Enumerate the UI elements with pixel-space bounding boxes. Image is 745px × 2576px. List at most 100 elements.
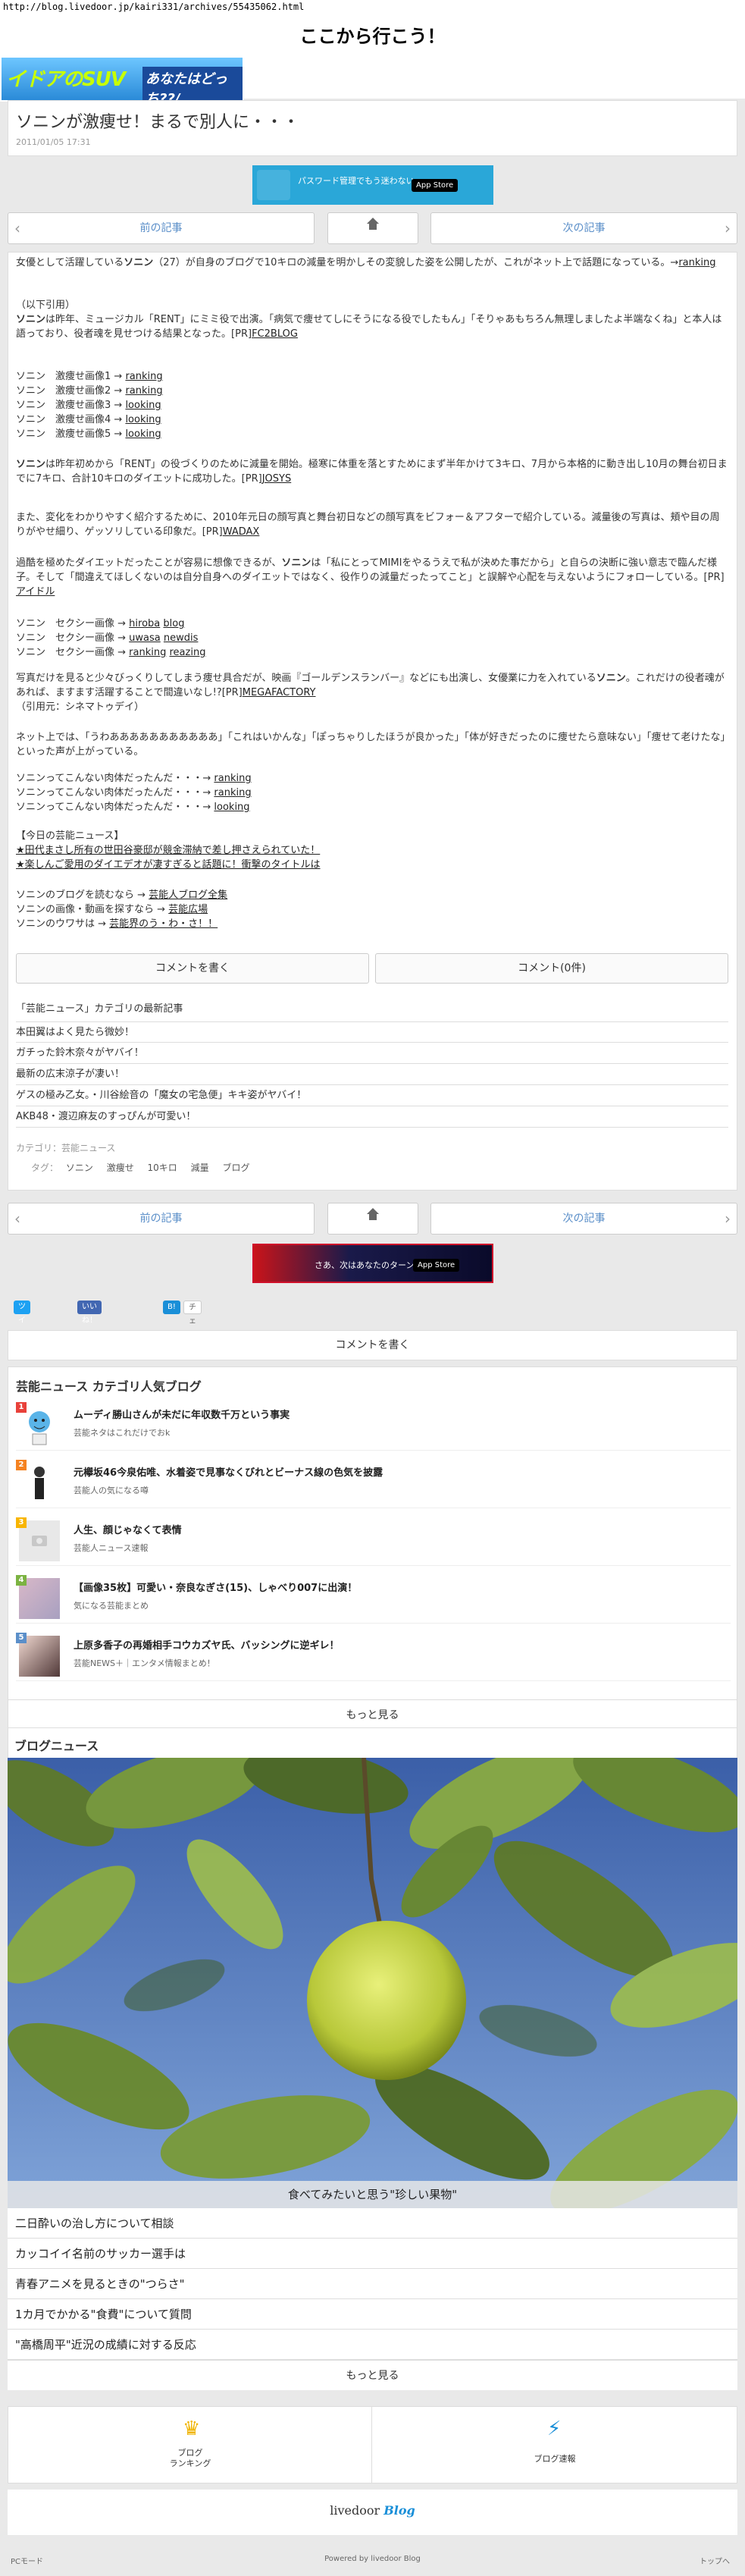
write-comment-button[interactable]: コメントを書く bbox=[16, 953, 369, 984]
post-nav-top: ‹ 前の記事 次の記事 › bbox=[8, 212, 737, 244]
tag-link[interactable]: 激痩せ bbox=[107, 1161, 134, 1175]
app-banner-text: パスワード管理でもう迷わない bbox=[298, 176, 415, 186]
tag-link[interactable]: ソニン bbox=[66, 1161, 93, 1175]
wadax-link[interactable]: WADAX bbox=[223, 526, 260, 538]
para-5: 過酷を極めたダイエットだったことが容易に想像できるが、ソニンは「私にとってMIM… bbox=[16, 557, 725, 598]
ranking-title: 元欅坂46今泉佑唯、水着姿で見事なくびれとビーナス線の色気を披露 bbox=[74, 1467, 383, 1479]
post-body: 女優として活躍しているソニン（27）が自身のブログで10キロの減量を明かしその変… bbox=[8, 252, 737, 1191]
today-news-link[interactable]: ★楽しんご愛用のダイエデオが凄すぎると話題に！衝撃のタイトルは bbox=[16, 859, 321, 871]
related-links: ソニンのブログを読むなら → 芸能人ブログ全集 ソニンの画像・動画を探すなら →… bbox=[16, 890, 228, 930]
ranking-more-button[interactable]: もっと見る bbox=[8, 1699, 737, 1730]
prev-post-button[interactable]: ‹ 前の記事 bbox=[8, 212, 315, 244]
list-item: ソニン 激痩せ画像4 → looking bbox=[16, 414, 161, 425]
ranking-source: 気になる芸能まとめ bbox=[74, 1601, 149, 1611]
url-bar[interactable]: http://blog.livedoor.jp/kairi331/archive… bbox=[0, 0, 745, 14]
home-icon bbox=[366, 218, 380, 233]
para-7: ネット上では、「うわあああああああああああ」「これはいかんな」「ぽっちゃりしたほ… bbox=[16, 732, 726, 758]
category-latest-item[interactable]: 最新の広末涼子が凄い！ bbox=[16, 1064, 728, 1085]
list-item: ソニン 激痩せ画像1 → ranking bbox=[16, 371, 163, 382]
ranking-title: ムーディ勝山さんが未だに年収数千万という事実 bbox=[74, 1410, 290, 1421]
blog-ranking-link[interactable]: ♛ ブログ ランキング bbox=[8, 2407, 372, 2483]
footer-links: ♛ ブログ ランキング ⚡ ブログ速報 bbox=[8, 2406, 737, 2483]
rank-number: 2 bbox=[16, 1460, 27, 1470]
fruit-tree-image bbox=[8, 1758, 737, 2208]
check-button[interactable]: チェック bbox=[183, 1301, 202, 1353]
para-3: ソニンは昨年初めから「RENT」の役づくりのために減量を開始。極寒に体重を落とす… bbox=[16, 459, 728, 485]
tag-link[interactable]: 減量 bbox=[191, 1161, 209, 1175]
write-comment-button-2[interactable]: コメントを書く bbox=[8, 1330, 737, 1360]
para-2: （以下引用） ソニンは昨年、ミュージカル「RENT」にミミ役で出演。「病気で痩せ… bbox=[16, 300, 722, 340]
crown-icon: ♛ bbox=[183, 2418, 201, 2440]
blog-news-item[interactable]: 青春アニメを見るときの"つらさ" bbox=[8, 2269, 737, 2299]
post-date: 2011/01/05 17:31 bbox=[16, 137, 91, 147]
chevron-left-icon: ‹ bbox=[14, 219, 20, 237]
post-header: ソニンが激痩せ！まるで別人に・・・ 2011/01/05 17:31 bbox=[8, 100, 737, 156]
comment-count-button[interactable]: コメント(0件) bbox=[375, 953, 728, 984]
ad-banner[interactable]: イドアのSUV あなたはどっち??/ bbox=[0, 56, 244, 102]
site-title[interactable]: ここから行こう！ bbox=[0, 21, 745, 48]
blog-news-more-button[interactable]: もっと見る bbox=[8, 2360, 737, 2390]
rank-number: 3 bbox=[16, 1517, 27, 1528]
ranking-item[interactable]: 4 【画像35枚】可愛い・奈良なぎさ(15)、しゃべり007に出演！ 気になる芸… bbox=[16, 1575, 731, 1624]
ranking-source: 芸能ネタはこれだけでおk bbox=[74, 1428, 171, 1438]
blog-news-caption[interactable]: 食べてみたいと思う"珍しい果物" bbox=[8, 2181, 737, 2208]
ranking-title: 上原多香子の再婚相手コウカズヤ氏、バッシングに逆ギレ！ bbox=[74, 1640, 340, 1652]
ranking-item[interactable]: 1 ムーディ勝山さんが未だに年収数千万という事実 芸能ネタはこれだけでおk bbox=[16, 1402, 731, 1451]
post-category: カテゴリ：芸能ニュース bbox=[16, 1143, 116, 1153]
app-store-badge: App Store bbox=[412, 179, 459, 192]
category-link[interactable]: 芸能ニュース bbox=[61, 1143, 115, 1153]
rank-number: 4 bbox=[16, 1575, 27, 1586]
tag-link[interactable]: ブログ bbox=[222, 1161, 249, 1175]
list-item: ソニン 激痩せ画像2 → ranking bbox=[16, 385, 163, 397]
app-banner-bottom[interactable]: さあ、次はあなたのターン App Store bbox=[252, 1244, 493, 1283]
ad-banner-text-left: イドアのSUV bbox=[6, 68, 126, 91]
blog-speed-link[interactable]: ⚡ ブログ速報 bbox=[373, 2407, 737, 2483]
list-item: ソニン 激痩せ画像3 → looking bbox=[16, 400, 161, 411]
home-icon bbox=[366, 1208, 380, 1223]
fc2blog-link[interactable]: FC2BLOG bbox=[252, 328, 298, 340]
comment-buttons: コメントを書く コメント(0件) bbox=[16, 953, 728, 984]
lightning-icon: ⚡ bbox=[547, 2418, 562, 2440]
next-post-button[interactable]: 次の記事 › bbox=[430, 1203, 737, 1235]
back-to-top-link[interactable]: トップへ bbox=[700, 2555, 730, 2566]
bottom-bar: PCモード Powered by livedoor Blog トップへ bbox=[0, 2535, 745, 2576]
powered-by: Powered by livedoor Blog bbox=[324, 2555, 421, 2563]
blog-news-item[interactable]: 1カ月でかかる"食費"について質問 bbox=[8, 2299, 737, 2330]
ranking-item[interactable]: 2 元欅坂46今泉佑唯、水着姿で見事なくびれとビーナス線の色気を披露 芸能人の気… bbox=[16, 1460, 731, 1508]
ranking-link[interactable]: ranking bbox=[678, 257, 715, 268]
category-latest-item[interactable]: 本田翼はよく見たら微妙！ bbox=[16, 1021, 728, 1043]
ranking-source: 芸能人ニュース速報 bbox=[74, 1543, 149, 1553]
blog-news-item[interactable]: カッコイイ名前のサッカー選手は bbox=[8, 2239, 737, 2269]
megafactory-link[interactable]: MEGAFACTORY bbox=[243, 687, 316, 698]
tag-link[interactable]: 10キロ bbox=[148, 1161, 177, 1175]
blog-news-photo[interactable] bbox=[8, 1758, 737, 2208]
category-latest-heading: 「芸能ニュース」カテゴリの最新記事 bbox=[16, 1003, 183, 1015]
app-banner-text: さあ、次はあなたのターン bbox=[315, 1260, 415, 1270]
para-4: また、変化をわかりやすく紹介するために、2010年元日の顔写真と舞台初日などの顔… bbox=[16, 512, 720, 538]
image-list-1: ソニン 激痩せ画像1 → ranking ソニン 激痩せ画像2 → rankin… bbox=[16, 369, 728, 441]
app-banner-top[interactable]: パスワード管理でもう迷わない App Store bbox=[252, 165, 493, 205]
today-news-link[interactable]: ★田代まさし所有の世田谷豪邸が競金滞納で差し押さえられていた！ bbox=[16, 845, 320, 856]
like-button[interactable]: いいね！ 0 bbox=[77, 1301, 102, 1338]
josys-link[interactable]: JOSYS bbox=[262, 473, 292, 485]
home-button[interactable] bbox=[327, 212, 418, 244]
blog-news-item[interactable]: 二日酔いの治し方について相談 bbox=[8, 2208, 737, 2239]
ranking-title: 人生、顔じゃなくて表情 bbox=[74, 1525, 182, 1536]
prev-post-button[interactable]: ‹ 前の記事 bbox=[8, 1203, 315, 1235]
next-post-button[interactable]: 次の記事 › bbox=[430, 212, 737, 244]
category-latest-item[interactable]: ゲスの極み乙女。・川谷絵音の「魔女の宅急便」キキ姿がヤバイ！ bbox=[16, 1085, 728, 1106]
hatena-button[interactable]: B! bbox=[163, 1301, 180, 1314]
tweet-button[interactable]: ツイート bbox=[14, 1301, 30, 1352]
list-item: ソニンってこんない肉体だったんだ・・・→ looking bbox=[16, 802, 250, 813]
ranking-item[interactable]: 5 上原多香子の再婚相手コウカズヤ氏、バッシングに逆ギレ！ 芸能NEWS＋｜エン… bbox=[16, 1633, 731, 1681]
list-item: ソニン セクシー画像 → hiroba blog bbox=[16, 618, 185, 629]
fruit-shape bbox=[307, 1921, 466, 2080]
ranking-item[interactable]: 3 人生、顔じゃなくて表情 芸能人ニュース速報 bbox=[16, 1517, 731, 1566]
idol-link[interactable]: アイドル bbox=[16, 586, 55, 598]
livedoor-logo[interactable]: livedoor Blog bbox=[8, 2490, 737, 2535]
category-latest-item[interactable]: AKB48・渡辺麻友のすっぴんが可愛い！ bbox=[16, 1106, 728, 1128]
category-latest-item[interactable]: ガチった鈴木奈々がヤバイ！ bbox=[16, 1043, 728, 1064]
home-button[interactable] bbox=[327, 1203, 418, 1235]
blog-news-heading: ブログニュース bbox=[14, 1739, 99, 1753]
blog-news-item[interactable]: "高橋周平"近況の成績に対する反応 bbox=[8, 2330, 737, 2360]
